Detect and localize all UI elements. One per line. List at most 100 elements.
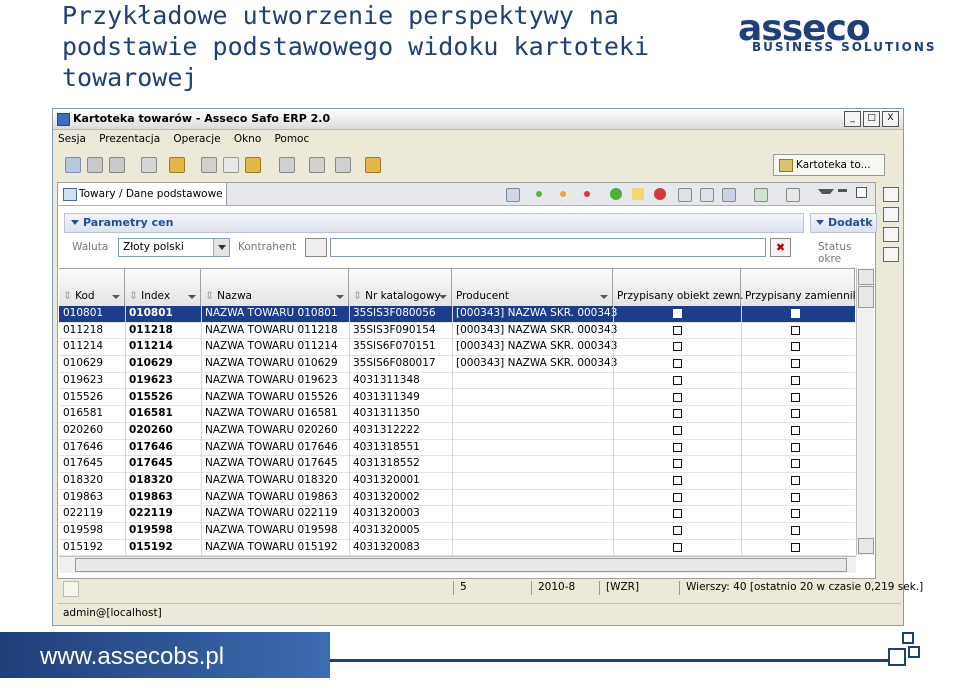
checkbox-obiekt-zewn[interactable] — [673, 392, 682, 402]
green-dot-icon[interactable] — [536, 191, 542, 197]
checkbox-obiekt-zewn[interactable] — [673, 409, 682, 419]
footer-url[interactable]: www.assecobs.pl — [40, 643, 224, 671]
scroll-down-icon[interactable] — [858, 538, 874, 554]
document-icon[interactable] — [65, 157, 81, 173]
nav-back-icon[interactable] — [279, 157, 295, 173]
checkbox-obiekt-zewn[interactable] — [673, 359, 682, 369]
orange-dot-icon[interactable] — [560, 191, 566, 197]
currency-select[interactable]: Złoty polski — [118, 238, 230, 257]
add-icon[interactable] — [610, 188, 622, 200]
checkbox-zamiennik[interactable] — [791, 492, 800, 502]
status-icon[interactable] — [63, 581, 79, 597]
checkbox-obiekt-zewn[interactable] — [673, 375, 682, 385]
delete-icon[interactable] — [654, 188, 666, 200]
checkbox-zamiennik[interactable] — [791, 509, 800, 519]
table-row[interactable]: 018320 018320 NAZWA TOWARU 018320 403132000… — [59, 473, 855, 490]
table-row[interactable]: 017645 017645 NAZWA TOWARU 017645 403131855… — [59, 456, 855, 473]
checkbox-obiekt-zewn[interactable] — [673, 492, 682, 502]
col-header-index[interactable]: ⇕ Index — [125, 269, 201, 306]
settings-icon[interactable] — [201, 157, 217, 173]
bookmark-icon[interactable] — [365, 157, 381, 173]
panel-minimize-icon[interactable] — [838, 189, 847, 192]
table-row[interactable]: 019598 019598 NAZWA TOWARU 019598 403132000… — [59, 523, 855, 540]
checkbox-zamiennik[interactable] — [791, 342, 800, 352]
dropdown-arrow-icon[interactable] — [213, 239, 229, 256]
table-row[interactable]: 010629 010629 NAZWA TOWARU 010629 35SIS6F08… — [59, 356, 855, 373]
checkbox-zamiennik[interactable] — [791, 359, 800, 369]
filter-icon[interactable] — [506, 188, 520, 202]
col-header-producent[interactable]: Producent — [452, 269, 613, 306]
export-icon[interactable] — [754, 188, 768, 202]
panel-maximize-icon[interactable] — [856, 187, 867, 198]
checkbox-obiekt-zewn[interactable] — [673, 425, 682, 435]
table-row[interactable]: 015192 015192 NAZWA TOWARU 015192 403132008… — [59, 540, 855, 556]
copy-icon[interactable] — [87, 157, 103, 173]
checkbox-obiekt-zewn[interactable] — [673, 542, 682, 552]
outline-view-icon[interactable] — [883, 207, 899, 222]
menu-pomoc[interactable]: Pomoc — [269, 130, 314, 145]
checkbox-zamiennik[interactable] — [791, 309, 800, 318]
close-button[interactable]: X — [882, 111, 899, 127]
edit-icon[interactable] — [223, 157, 239, 173]
checkbox-obiekt-zewn[interactable] — [673, 526, 682, 536]
scroll-thumb[interactable] — [858, 286, 874, 308]
col-header-nr-katalogowy[interactable]: ⇕ Nr katalogowy — [349, 269, 452, 306]
table-row[interactable]: 011218 011218 NAZWA TOWARU 011218 35SIS3F09… — [59, 323, 855, 340]
col-header-obiekt-zewn[interactable]: Przypisany obiekt zewn. — [613, 269, 743, 306]
checkbox-zamiennik[interactable] — [791, 325, 800, 335]
checkbox-obiekt-zewn[interactable] — [673, 325, 682, 335]
additional-section[interactable]: Dodatk — [810, 213, 877, 233]
monitor-icon[interactable] — [722, 188, 736, 202]
col-header-nazwa[interactable]: ⇕ Nazwa — [201, 269, 349, 306]
scroll-up-icon[interactable] — [858, 269, 874, 285]
duplicate-icon[interactable] — [700, 188, 714, 202]
contractor-input[interactable] — [330, 238, 766, 257]
save-icon[interactable] — [678, 188, 692, 202]
view-menu-icon[interactable] — [818, 189, 834, 200]
table-row[interactable]: 010801 010801 NAZWA TOWARU 010801 35SIS3F08… — [59, 306, 855, 323]
grid-horizontal-scrollbar[interactable] — [59, 556, 856, 573]
checkbox-zamiennik[interactable] — [791, 375, 800, 385]
table-row[interactable]: 016581 016581 NAZWA TOWARU 016581 403131135… — [59, 406, 855, 423]
nav-dropdown-icon[interactable] — [335, 157, 351, 173]
maximize-button[interactable]: □ — [863, 111, 880, 127]
table-row[interactable]: 017646 017646 NAZWA TOWARU 017646 403131855… — [59, 440, 855, 457]
price-params-section[interactable]: Parametry cen — [64, 213, 804, 233]
menu-operacje[interactable]: Operacje — [168, 130, 225, 145]
checkbox-zamiennik[interactable] — [791, 409, 800, 419]
table-row[interactable]: 019623 019623 NAZWA TOWARU 019623 403131134… — [59, 373, 855, 390]
grid-vertical-scrollbar[interactable] — [856, 268, 874, 555]
checkbox-zamiennik[interactable] — [791, 526, 800, 536]
red-dot-icon[interactable] — [584, 191, 590, 197]
clear-contractor-button[interactable]: ✖ — [770, 238, 791, 257]
paste-icon[interactable] — [109, 157, 125, 173]
table-row[interactable]: 022119 022119 NAZWA TOWARU 022119 403132000… — [59, 506, 855, 524]
refresh-icon[interactable] — [169, 157, 185, 173]
restore-view-icon[interactable] — [883, 187, 899, 202]
table-row[interactable]: 019863 019863 NAZWA TOWARU 019863 403132000… — [59, 490, 855, 507]
perspective-button[interactable]: Kartoteka to... — [773, 154, 885, 176]
hscroll-thumb[interactable] — [75, 558, 847, 572]
nav-forward-icon[interactable] — [309, 157, 325, 173]
checkbox-obiekt-zewn[interactable] — [673, 476, 682, 485]
menu-sesja[interactable]: Sesja — [53, 130, 91, 145]
checkbox-obiekt-zewn[interactable] — [673, 459, 682, 469]
checkbox-zamiennik[interactable] — [791, 425, 800, 435]
checkbox-zamiennik[interactable] — [791, 442, 800, 452]
properties-view-icon[interactable] — [883, 227, 899, 242]
checkbox-zamiennik[interactable] — [791, 392, 800, 402]
checkbox-zamiennik[interactable] — [791, 476, 800, 485]
contractor-lookup-button[interactable] — [305, 238, 327, 257]
checkbox-obiekt-zewn[interactable] — [673, 309, 682, 318]
list-view-icon[interactable] — [883, 247, 899, 262]
table-row[interactable]: 020260 020260 NAZWA TOWARU 020260 403131222… — [59, 423, 855, 440]
menu-prezentacja[interactable]: Prezentacja — [94, 130, 165, 145]
checkbox-zamiennik[interactable] — [791, 542, 800, 552]
table-row[interactable]: 011214 011214 NAZWA TOWARU 011214 35SIS6F07… — [59, 339, 855, 357]
tab-towary-dane-podstawowe[interactable]: Towary / Dane podstawowe — [58, 183, 227, 205]
checkbox-obiekt-zewn[interactable] — [673, 442, 682, 452]
print-icon[interactable] — [141, 157, 157, 173]
col-header-zamiennik[interactable]: Przypisany zamiennik — [741, 269, 855, 306]
window-titlebar[interactable]: Kartoteka towarów - Asseco Safo ERP 2.0 … — [53, 109, 903, 130]
checkbox-obiekt-zewn[interactable] — [673, 342, 682, 352]
